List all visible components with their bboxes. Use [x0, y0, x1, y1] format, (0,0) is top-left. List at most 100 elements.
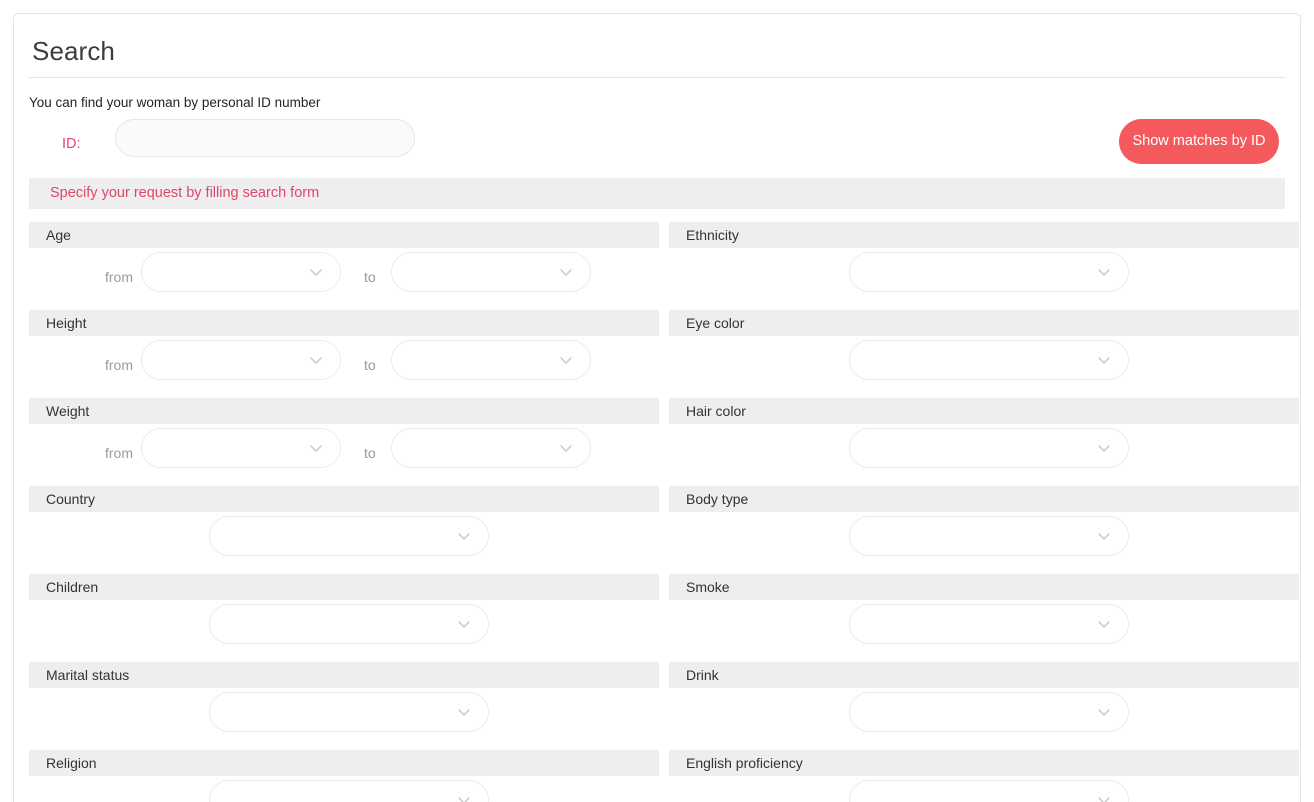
range-controls-weight: from to — [29, 428, 659, 476]
single-controls-country — [29, 516, 659, 564]
single-controls-smoke — [669, 604, 1299, 652]
page-title: Search — [32, 36, 115, 66]
filter-label-religion: Religion — [46, 755, 97, 771]
filter-label-children: Children — [46, 579, 99, 595]
chevron-down-icon — [558, 352, 574, 368]
filter-header-age: Age — [29, 222, 659, 248]
filter-label-marital-status: Marital status — [46, 667, 130, 683]
filter-header-height: Height — [29, 310, 659, 336]
filter-label-drink: Drink — [686, 667, 719, 683]
filter-header-english-proficiency: English proficiency — [669, 750, 1299, 776]
filter-row-body-type: Body type — [669, 486, 1299, 574]
chevron-down-icon — [456, 616, 472, 632]
chevron-down-icon — [1096, 528, 1112, 544]
select-body-type[interactable] — [849, 516, 1129, 556]
select-children[interactable] — [209, 604, 489, 644]
filter-row-children: Children — [29, 574, 659, 662]
select-weight-to[interactable] — [391, 428, 591, 468]
select-weight-from[interactable] — [141, 428, 341, 468]
filter-label-country: Country — [46, 491, 96, 507]
select-smoke[interactable] — [849, 604, 1129, 644]
select-drink[interactable] — [849, 692, 1129, 732]
chevron-down-icon — [456, 528, 472, 544]
id-search-row: ID: Show matches by ID — [29, 119, 1285, 173]
filter-header-children: Children — [29, 574, 659, 600]
range-controls-age: from to — [29, 252, 659, 300]
filter-header-marital-status: Marital status — [29, 662, 659, 688]
single-controls-hair-color — [669, 428, 1299, 476]
filter-header-religion: Religion — [29, 750, 659, 776]
select-religion[interactable] — [209, 780, 489, 802]
notice-text: Specify your request by filling search f… — [50, 185, 320, 201]
filter-header-weight: Weight — [29, 398, 659, 424]
filter-row-marital-status: Marital status — [29, 662, 659, 750]
filter-header-ethnicity: Ethnicity — [669, 222, 1299, 248]
filter-label-hair-color: Hair color — [686, 403, 746, 419]
single-controls-marital-status — [29, 692, 659, 740]
id-input[interactable] — [115, 119, 415, 157]
filter-row-age: Age from to — [29, 222, 659, 310]
chevron-down-icon — [308, 440, 324, 456]
filter-label-english-proficiency: English proficiency — [686, 755, 803, 771]
chevron-down-icon — [1096, 352, 1112, 368]
notice-bar: Specify your request by filling search f… — [29, 178, 1285, 209]
filter-header-body-type: Body type — [669, 486, 1299, 512]
filter-header-drink: Drink — [669, 662, 1299, 688]
filter-label-height: Height — [46, 315, 87, 331]
select-height-to[interactable] — [391, 340, 591, 380]
right-filter-column: Ethnicity Eye color Hair color Body type Smo… — [669, 222, 1299, 802]
select-age-to[interactable] — [391, 252, 591, 292]
filter-header-eye-color: Eye color — [669, 310, 1299, 336]
single-controls-drink — [669, 692, 1299, 740]
select-eye-color[interactable] — [849, 340, 1129, 380]
range-to-label: to — [364, 357, 376, 373]
filter-row-english-proficiency: English proficiency — [669, 750, 1299, 802]
single-controls-eye-color — [669, 340, 1299, 388]
title-divider — [28, 77, 1285, 78]
filter-row-religion: Religion — [29, 750, 659, 802]
chevron-down-icon — [1096, 264, 1112, 280]
range-to-label: to — [364, 445, 376, 461]
single-controls-religion — [29, 780, 659, 802]
filter-label-age: Age — [46, 227, 71, 243]
filter-header-country: Country — [29, 486, 659, 512]
select-age-from[interactable] — [141, 252, 341, 292]
select-height-from[interactable] — [141, 340, 341, 380]
show-matches-by-id-button[interactable]: Show matches by ID — [1119, 119, 1279, 164]
helper-text: You can find your woman by personal ID n… — [29, 95, 321, 110]
chevron-down-icon — [308, 352, 324, 368]
select-marital-status[interactable] — [209, 692, 489, 732]
filter-header-smoke: Smoke — [669, 574, 1299, 600]
left-filter-column: Age from to Height from to Weight from to Country… — [29, 222, 659, 802]
select-ethnicity[interactable] — [849, 252, 1129, 292]
filter-label-body-type: Body type — [686, 491, 749, 507]
select-country[interactable] — [209, 516, 489, 556]
filter-label-weight: Weight — [46, 403, 90, 419]
chevron-down-icon — [558, 440, 574, 456]
range-from-label: from — [105, 269, 133, 285]
filter-header-hair-color: Hair color — [669, 398, 1299, 424]
filter-row-height: Height from to — [29, 310, 659, 398]
filter-row-weight: Weight from to — [29, 398, 659, 486]
filter-label-eye-color: Eye color — [686, 315, 745, 331]
chevron-down-icon — [308, 264, 324, 280]
select-english-proficiency[interactable] — [849, 780, 1129, 802]
range-to-label: to — [364, 269, 376, 285]
filter-row-country: Country — [29, 486, 659, 574]
range-from-label: from — [105, 445, 133, 461]
id-label: ID: — [62, 136, 81, 152]
chevron-down-icon — [456, 792, 472, 802]
select-hair-color[interactable] — [849, 428, 1129, 468]
chevron-down-icon — [1096, 704, 1112, 720]
single-controls-children — [29, 604, 659, 652]
filter-row-smoke: Smoke — [669, 574, 1299, 662]
filter-row-eye-color: Eye color — [669, 310, 1299, 398]
search-page: Search You can find your woman by person… — [0, 0, 1314, 802]
filter-row-ethnicity: Ethnicity — [669, 222, 1299, 310]
chevron-down-icon — [456, 704, 472, 720]
single-controls-ethnicity — [669, 252, 1299, 300]
chevron-down-icon — [1096, 616, 1112, 632]
search-card: Search You can find your woman by person… — [13, 13, 1301, 802]
range-from-label: from — [105, 357, 133, 373]
chevron-down-icon — [1096, 440, 1112, 456]
